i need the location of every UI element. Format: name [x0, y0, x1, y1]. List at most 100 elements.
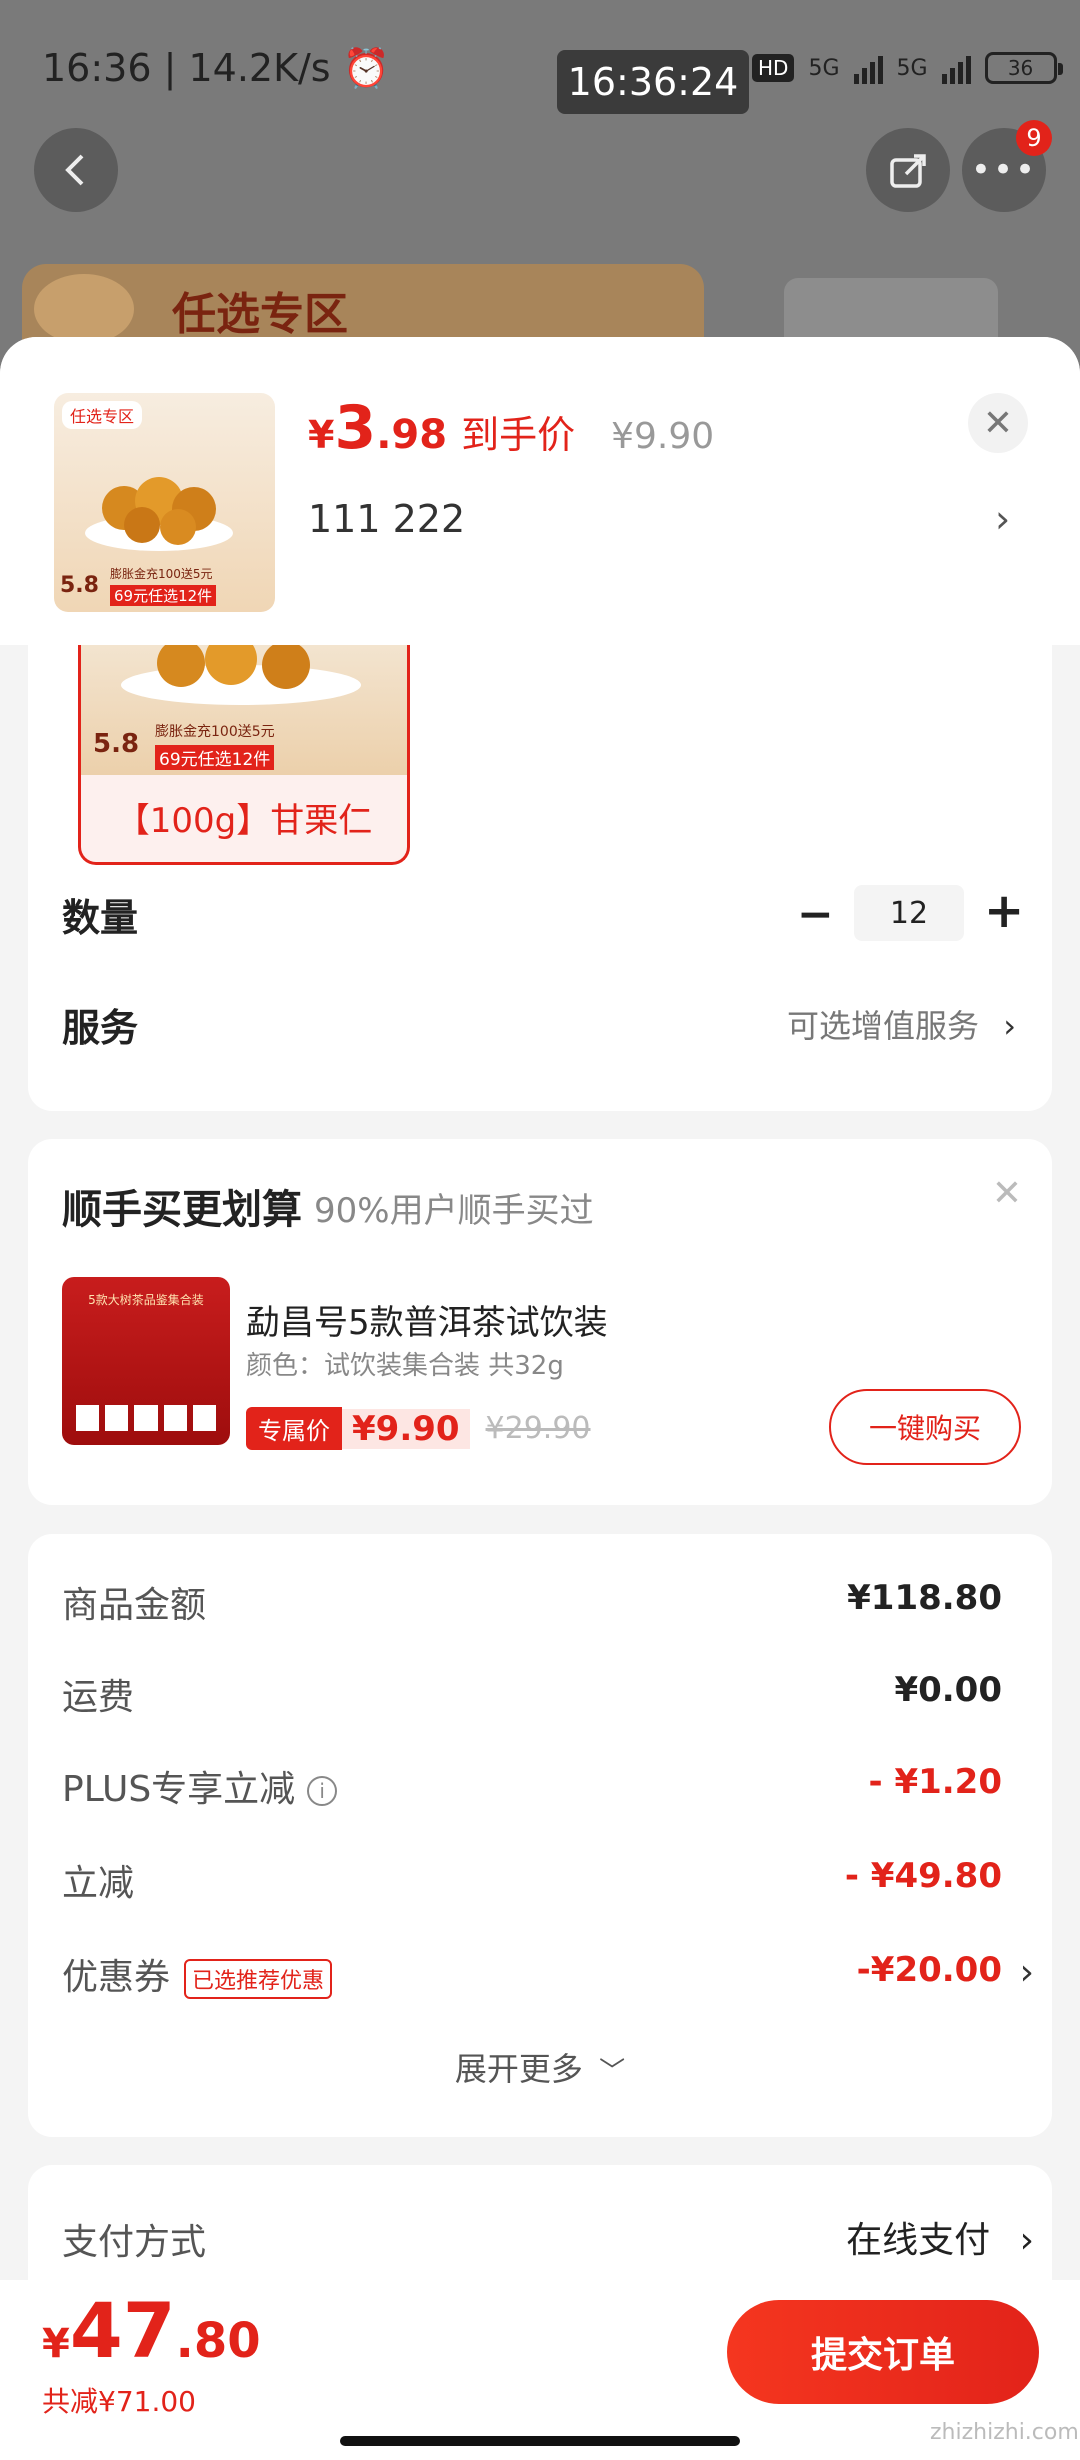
submit-order-button[interactable]: 提交订单 [727, 2300, 1039, 2404]
addon-subtitle: 90%用户顺手买过 [314, 1191, 594, 1231]
info-icon[interactable]: i [307, 1776, 338, 1806]
network-label-1: 5G [808, 55, 840, 81]
payment-label: 支付方式 [62, 2222, 207, 2263]
shipping-value: ¥0.00 [894, 1670, 1002, 1710]
discount-value: - ¥49.80 [844, 1856, 1002, 1896]
back-button[interactable] [34, 128, 118, 212]
alarm-icon: ⏰ [342, 46, 391, 90]
variant-image-promo2: 69元任选12件 [155, 745, 275, 770]
service-label: 服务 [62, 1006, 139, 1050]
sheet-header: 任选专区 5.8 膨胀金充100送5元 69元任选12件 ¥ 3 .98 到手价… [0, 337, 1080, 645]
home-indicator[interactable] [340, 2436, 740, 2446]
payment-selector[interactable]: 在线支付 › [846, 2211, 1034, 2263]
quantity-input[interactable]: 12 [854, 885, 964, 941]
network-label-2: 5G [896, 55, 928, 81]
signal-icon-2 [941, 52, 971, 84]
signal-icon [853, 52, 883, 84]
share-icon [890, 154, 926, 188]
coupon-label: 优惠券 [62, 1957, 171, 1998]
watermark: zhizhizhi.com [930, 2420, 1079, 2445]
price-currency: ¥ [308, 413, 335, 457]
back-arrow-icon [65, 154, 84, 186]
close-button[interactable]: ✕ [968, 393, 1028, 453]
more-icon: ••• [970, 150, 1038, 190]
status-bar: 16:36 | 14.2K/s ⏰ 16:36:24 HD 5G 5G 36 [0, 0, 1080, 130]
promo-banner: 任选专区 [22, 264, 704, 344]
service-value: 可选增值服务 [787, 1007, 980, 1045]
total-saved: 共减¥71.00 [42, 2385, 196, 2418]
expand-more-button[interactable]: 展开更多 ﹀ [28, 2044, 1052, 2090]
payment-value: 在线支付 [846, 2220, 991, 2261]
coupon-row[interactable]: 优惠券 已选推荐优惠 [62, 1948, 333, 2000]
close-icon: ✕ [982, 402, 1014, 444]
price-integer: 3 [334, 393, 377, 463]
price-row: ¥ 3 .98 到手价 ¥9.90 [308, 393, 714, 463]
addon-title: 顺手买更划算 [62, 1187, 302, 1233]
total-integer: 47 [69, 2286, 176, 2375]
banner-title: 任选专区 [172, 289, 348, 340]
total-currency: ¥ [42, 2321, 70, 2367]
chevron-right-icon: › [1003, 1007, 1016, 1045]
plus-discount-row: PLUS专享立减 i [62, 1760, 338, 1812]
addon-item-name[interactable]: 勐昌号5款普洱茶试饮装 [246, 1295, 608, 1344]
coupon-value[interactable]: -¥20.00 [857, 1950, 1002, 1990]
discount-label: 立减 [62, 1863, 135, 1904]
plus-discount-label: PLUS专享立减 [62, 1769, 296, 1810]
chevron-right-icon[interactable]: › [1020, 1952, 1034, 1993]
product-image-tag: 任选专区 [62, 401, 143, 429]
variant-image-promo1: 膨胀金充100送5元 [155, 724, 275, 740]
summary-card: 商品金额 ¥118.80 运费 ¥0.00 PLUS专享立减 i - ¥1.20 … [28, 1534, 1052, 2137]
chevron-right-icon: › [1019, 2220, 1034, 2261]
selected-spec[interactable]: 111 222 [308, 497, 465, 541]
notification-badge: 9 [1016, 120, 1052, 156]
total-price: ¥ 47 .80 [42, 2286, 261, 2375]
chevron-down-icon: ﹀ [599, 2057, 626, 2087]
quantity-label: 数量 [62, 896, 139, 940]
spec-card: 5.8 膨胀金充100送5元 69元任选12件 【100g】甘栗仁 数量 − 1… [28, 645, 1052, 1111]
addon-price-row: 专属价 ¥9.90 ¥29.90 [246, 1407, 591, 1450]
variant-option[interactable]: 5.8 膨胀金充100送5元 69元任选12件 【100g】甘栗仁 [78, 645, 410, 865]
exclusive-price-tag: 专属价 [246, 1407, 342, 1450]
product-image-price: 5.8 [60, 573, 99, 598]
expand-more-label: 展开更多 [454, 2050, 583, 2088]
plus-discount-value: - ¥1.20 [868, 1762, 1003, 1802]
share-button[interactable] [866, 128, 950, 212]
variant-image-price: 5.8 [93, 729, 140, 759]
price-decimal: .98 [376, 412, 448, 458]
product-image: 任选专区 5.8 膨胀金充100送5元 69元任选12件 [54, 393, 275, 612]
addon-close-icon[interactable]: ✕ [992, 1173, 1022, 1214]
goods-amount-value: ¥118.80 [847, 1578, 1002, 1618]
product-image-promo1: 膨胀金充100送5元 [110, 567, 213, 581]
status-icons: HD 5G 5G 36 [752, 48, 1063, 88]
variant-label: 【100g】甘栗仁 [115, 801, 373, 841]
product-image-promo2: 69元任选12件 [110, 585, 217, 606]
bottom-bar: ¥ 47 .80 共减¥71.00 提交订单 zhizhizhi.com [0, 2280, 1080, 2460]
addon-image[interactable]: 5款大树茶品鉴集合装 [62, 1277, 230, 1445]
battery-icon: 36 [984, 52, 1063, 84]
one-click-buy-button[interactable]: 一键购买 [829, 1389, 1021, 1465]
tea-packs [76, 1405, 217, 1431]
more-button[interactable]: ••• 9 [962, 120, 1052, 212]
coupon-tag: 已选推荐优惠 [184, 1959, 333, 1999]
order-sheet: 任选专区 5.8 膨胀金充100送5元 69元任选12件 ¥ 3 .98 到手价… [0, 337, 1080, 2460]
goods-amount-label: 商品金额 [62, 1585, 207, 1626]
service-selector[interactable]: 可选增值服务 › [787, 1001, 1016, 1047]
hd-icon: HD [752, 54, 795, 82]
original-price: ¥9.90 [611, 416, 715, 457]
variant-image: 5.8 膨胀金充100送5元 69元任选12件 [81, 645, 407, 775]
status-time-speed: 16:36 | 14.2K/s ⏰ [42, 46, 391, 90]
addon-image-text: 5款大树茶品鉴集合装 [88, 1293, 204, 1307]
addon-card: 顺手买更划算 90%用户顺手买过 ✕ 5款大树茶品鉴集合装 勐昌号5款普洱茶试饮… [28, 1139, 1052, 1505]
quantity-decrease-button[interactable]: − [797, 889, 834, 940]
chestnut-illustration [85, 477, 233, 551]
total-decimal: .80 [175, 2313, 261, 2369]
price-label: 到手价 [461, 413, 576, 457]
shipping-label: 运费 [62, 1677, 135, 1718]
clock-overlay: 16:36:24 [557, 50, 749, 114]
brand-logo [34, 274, 134, 344]
quantity-increase-button[interactable]: + [984, 883, 1024, 939]
addon-original-price: ¥29.90 [485, 1411, 591, 1446]
chevron-right-icon[interactable]: › [995, 497, 1010, 541]
addon-item-spec: 颜色：试饮装集合装 共32g [246, 1351, 564, 1381]
addon-price: ¥9.90 [342, 1408, 470, 1449]
